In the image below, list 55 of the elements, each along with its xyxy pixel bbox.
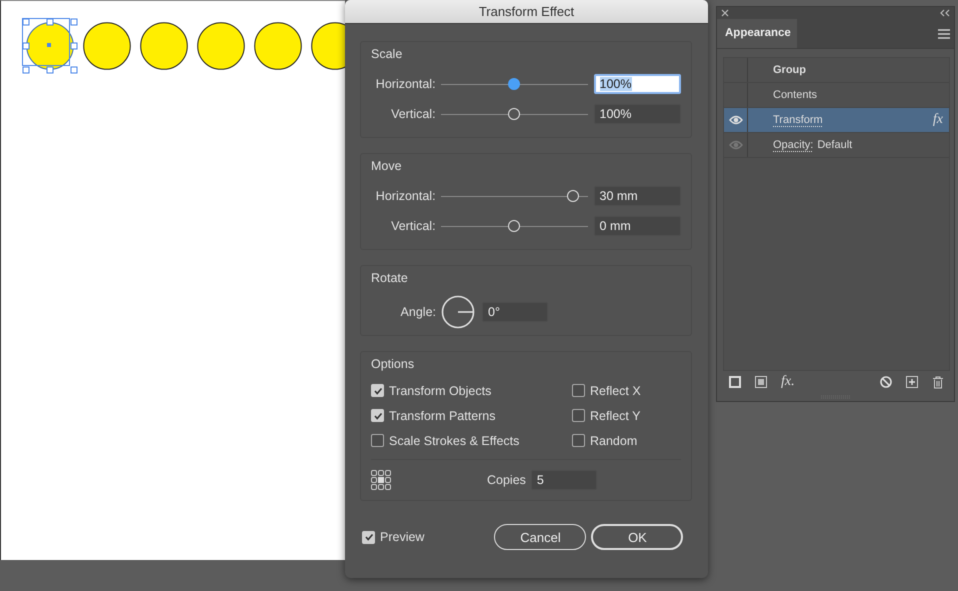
list-row[interactable]: Opacity: Default — [724, 133, 949, 158]
check-icon — [372, 410, 382, 420]
input-field[interactable]: 5 — [530, 470, 597, 490]
checkbox[interactable]: Random — [572, 432, 672, 449]
list-row[interactable]: Group — [724, 58, 949, 83]
dialog-title: Transform Effect — [478, 4, 574, 19]
section-title: Scale — [371, 47, 404, 63]
new-stroke-icon[interactable] — [729, 376, 741, 388]
fx-icon[interactable]: fx — [932, 112, 943, 128]
section-title: Rotate — [371, 271, 409, 287]
attribute-link[interactable]: Opacity: — [773, 139, 814, 151]
slider-thumb[interactable] — [508, 78, 520, 90]
circle-shape[interactable] — [140, 22, 188, 70]
row-label: Group — [773, 64, 806, 76]
input-field[interactable]: 30 mm — [594, 186, 681, 206]
ok-button[interactable]: OK — [591, 524, 684, 550]
field-label: Horizontal: — [374, 77, 436, 91]
collapse-icon[interactable] — [940, 9, 950, 17]
circle-shape[interactable] — [254, 22, 302, 70]
circle-shape[interactable] — [83, 22, 131, 70]
section-title: Move — [371, 159, 403, 175]
field-label: Horizontal: — [374, 189, 436, 203]
reference-point-icon[interactable] — [371, 470, 391, 490]
cancel-button[interactable]: Cancel — [494, 524, 586, 550]
trash-icon[interactable] — [932, 376, 944, 388]
add-effect-button[interactable]: fx. — [781, 374, 795, 390]
row-label: Contents — [773, 89, 818, 101]
close-icon[interactable] — [721, 9, 729, 17]
field-label: Vertical: — [390, 219, 436, 233]
circle-shape[interactable] — [197, 22, 245, 70]
effect-link[interactable]: Transform — [773, 114, 823, 126]
check-icon — [372, 386, 382, 396]
check-icon — [364, 532, 374, 542]
input-field[interactable]: 0 mm — [594, 216, 681, 236]
panel-tab[interactable]: Appearance — [717, 19, 797, 48]
field-label: Angle: — [400, 305, 436, 319]
input-field[interactable]: 0° — [482, 302, 548, 322]
menu-icon[interactable] — [938, 29, 950, 39]
duplicate-icon[interactable] — [906, 376, 918, 388]
attribute-value: Default — [817, 139, 852, 151]
field-label: Copies — [487, 473, 526, 487]
list-row[interactable]: Transform fx — [724, 108, 949, 133]
new-fill-icon[interactable] — [755, 376, 767, 388]
field-label: Vertical: — [390, 107, 436, 121]
checkbox[interactable]: Reflect Y — [572, 407, 672, 424]
checkbox[interactable]: Preview — [362, 528, 424, 546]
checkbox[interactable]: Scale Strokes & Effects — [371, 432, 572, 449]
checkbox[interactable]: Reflect X — [572, 382, 672, 399]
clear-icon[interactable] — [880, 376, 892, 388]
checkbox[interactable]: Transform Objects — [371, 382, 572, 399]
section-title: Options — [371, 357, 416, 373]
angle-dial[interactable] — [441, 295, 475, 329]
input-field[interactable]: 100% — [594, 74, 681, 94]
checkbox[interactable]: Transform Patterns — [371, 407, 572, 424]
input-field[interactable]: 100% — [594, 104, 681, 124]
